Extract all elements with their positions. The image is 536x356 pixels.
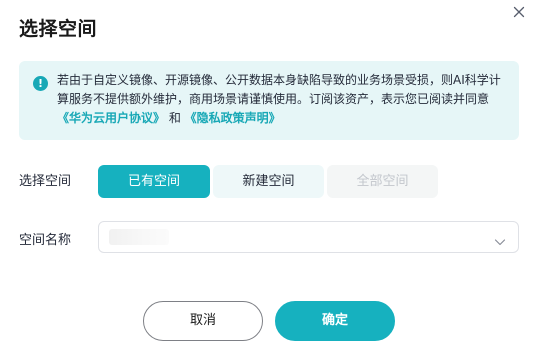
notice-links-line: 《华为云用户协议》 和 《隐私政策声明》: [57, 109, 503, 128]
notice-box: ! 若由于自定义镜像、开源镜像、公开数据本身缺陷导致的业务场景受损，则AI科学计…: [19, 61, 519, 140]
chevron-down-icon: [494, 232, 506, 246]
new-space-option[interactable]: 新建空间: [213, 165, 324, 198]
space-name-select[interactable]: [98, 221, 519, 253]
close-icon[interactable]: [511, 4, 527, 20]
all-spaces-option: 全部空间: [327, 165, 438, 198]
existing-space-option[interactable]: 已有空间: [98, 165, 210, 198]
space-select-label: 选择空间: [19, 174, 72, 189]
notice-and-text: 和: [165, 111, 185, 125]
notice-text-line-2: 算服务不提供额外维护，商用场景请谨慎使用。订阅该资产，表示您已阅读并同意: [57, 92, 490, 106]
user-agreement-link[interactable]: 《华为云用户协议》: [57, 111, 165, 125]
privacy-policy-link[interactable]: 《隐私政策声明》: [185, 111, 281, 125]
space-name-label: 空间名称: [19, 233, 72, 248]
confirm-button[interactable]: 确定: [275, 301, 395, 341]
select-space-dialog: 选择空间 ! 若由于自定义镜像、开源镜像、公开数据本身缺陷导致的业务场景受损，则…: [0, 0, 536, 356]
exclamation-icon: !: [33, 76, 48, 91]
space-name-value: [109, 229, 169, 245]
notice-text-line-1: 若由于自定义镜像、开源镜像、公开数据本身缺陷导致的业务场景受损，则AI科学计: [57, 73, 501, 87]
dialog-title: 选择空间: [19, 18, 98, 40]
cancel-button[interactable]: 取消: [143, 301, 263, 341]
